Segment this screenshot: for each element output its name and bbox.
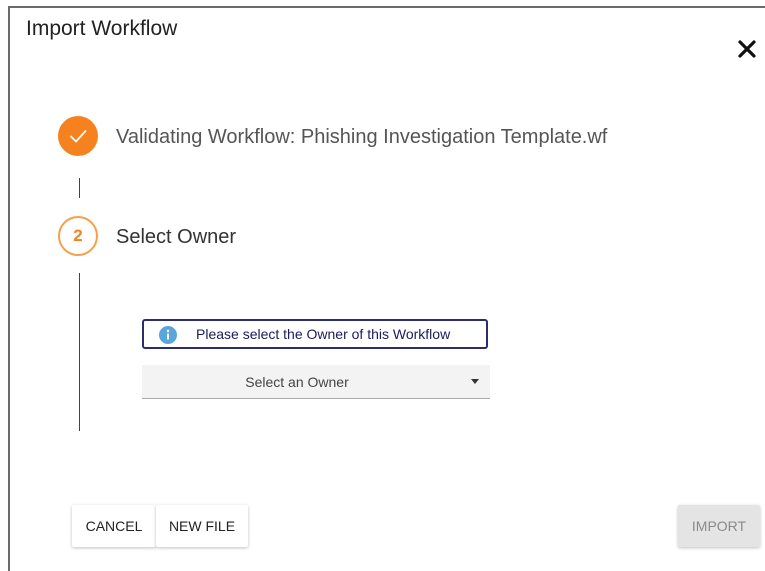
owner-info-text: Please select the Owner of this Workflow [196,326,451,342]
import-button[interactable]: IMPORT [678,505,760,547]
step-connector-1 [79,178,80,198]
owner-select-placeholder: Select an Owner [245,374,349,390]
step-1-label: Validating Workflow: Phishing Investigat… [116,126,608,148]
info-icon [159,326,177,344]
cancel-button[interactable]: CANCEL [72,505,156,547]
dialog-title: Import Workflow [26,17,178,40]
step-1-indicator [58,116,98,156]
step-2-content-line [79,273,80,431]
new-file-button[interactable]: NEW FILE [156,505,248,547]
import-workflow-dialog: Import Workflow Validating Workflow: Phi… [8,6,765,571]
step-2-indicator: 2 [58,216,98,256]
caret-down-icon [471,379,479,384]
checkmark-icon [70,130,87,143]
owner-select[interactable]: Select an Owner [142,365,490,399]
close-icon[interactable] [736,38,758,60]
step-2-label: Select Owner [116,226,237,248]
